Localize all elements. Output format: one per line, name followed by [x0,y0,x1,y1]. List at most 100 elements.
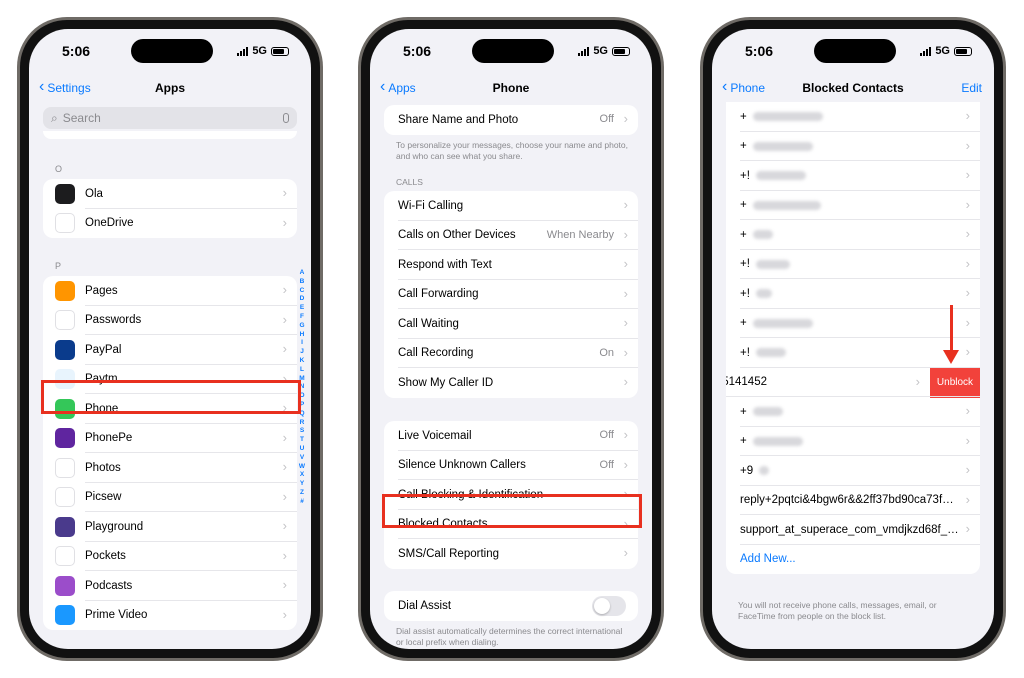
setting-row-call-recording[interactable]: Call Recording On › [384,339,638,368]
app-row-pages[interactable]: Pages › [43,276,297,306]
index-letter[interactable]: Y [300,480,304,489]
index-letter[interactable]: B [300,278,305,287]
blocked-contact-row[interactable]: +! › [726,161,980,191]
setting-row-call-forwarding[interactable]: Call Forwarding › [384,280,638,309]
blocked-contact-row[interactable]: + › [726,397,980,427]
contact-prefix: + [740,317,747,330]
blocked-contact-row[interactable]: + › [726,191,980,220]
unblock-button[interactable]: Unblock [930,367,980,398]
index-letter[interactable]: F [300,313,304,322]
app-label: Pages [85,284,118,297]
blocked-contact-row[interactable]: + › [726,132,980,161]
index-letter[interactable]: H [300,331,305,340]
setting-row-silence-unknown-callers[interactable]: Silence Unknown Callers Off › [384,451,638,480]
blocked-contact-row[interactable]: + › [726,220,980,250]
onedrive-icon [55,213,75,234]
share-name-photo-row[interactable]: Share Name and Photo Off › [384,105,638,135]
row-value: When Nearby [546,228,614,241]
blocked-contact-row[interactable]: 3-5141452 › Unblock [726,367,980,398]
row-label: Call Forwarding [398,288,479,301]
row-value: Off [599,113,614,125]
calls-group: Wi-Fi Calling › Calls on Other Devices When… [384,191,638,398]
index-letter[interactable]: U [300,445,305,454]
phone-bezel: 5:06 5G ‹ Apps Phone Share Name and Phot… [361,20,661,658]
status-time: 5:06 [745,43,774,59]
dial-assist-toggle[interactable] [592,596,626,616]
setting-row-call-waiting[interactable]: Call Waiting › [384,309,638,339]
redacted-number [752,436,803,446]
index-letter[interactable]: X [300,471,304,480]
setting-row-show-my-caller-id[interactable]: Show My Caller ID › [384,368,638,398]
index-letter[interactable]: S [300,427,304,436]
microphone-icon[interactable] [283,113,289,123]
app-row-playground[interactable]: Playground › [43,512,297,542]
app-row-passwords[interactable]: Passwords › [43,306,297,335]
index-letter[interactable]: V [300,454,304,463]
highlight-phone-row [41,380,301,414]
red-arrow-head [943,350,959,364]
chevron-right-icon: › [965,462,970,477]
app-row-picsew[interactable]: Picsew › [43,483,297,512]
blocked-contact-row[interactable]: reply+2pqtci&4bgw6r&&2ff37bd90ca73f… › [726,486,980,515]
setting-row-wi-fi-calling[interactable]: Wi-Fi Calling › [384,191,638,221]
chevron-right-icon: › [282,577,287,592]
app-row-paypal[interactable]: PayPal › [43,335,297,365]
app-row-podcasts[interactable]: Podcasts › [43,571,297,601]
index-letter[interactable]: C [300,287,305,296]
list-group-o: Ola › OneDrive › [43,179,297,238]
blocked-contact-row[interactable]: support_at_superace_com_vmdjkzd68f_… › [726,515,980,545]
contact-prefix: +! [740,287,750,300]
setting-row-live-voicemail[interactable]: Live Voicemail Off › [384,421,638,451]
dynamic-island [814,39,896,63]
blocked-contact-row[interactable]: +! › [726,338,980,368]
chevron-right-icon: › [623,285,628,301]
ola-icon [55,183,75,204]
pages-icon [55,280,75,301]
setting-row-calls-on-other-devices[interactable]: Calls on Other Devices When Nearby › [384,221,638,250]
index-letter[interactable]: J [300,348,304,357]
index-letter[interactable]: T [300,436,304,445]
setting-row-respond-with-text[interactable]: Respond with Text › [384,250,638,280]
highlight-blocked-contacts-row [382,494,642,528]
index-letter[interactable]: Z [300,489,304,498]
index-letter[interactable]: R [300,419,305,428]
search-input[interactable]: ⌕ Search [43,107,297,129]
index-letter[interactable]: W [299,463,305,472]
app-row-photos[interactable]: Photos › [43,453,297,483]
edit-button[interactable]: Edit [961,81,982,95]
index-letter[interactable]: D [300,295,305,304]
status-bar: 5:06 5G [29,29,311,75]
status-bar: 5:06 5G [370,29,652,75]
index-letter[interactable]: # [300,498,304,507]
setting-row-sms-call-reporting[interactable]: SMS/Call Reporting › [384,539,638,569]
app-row-ola[interactable]: Ola › [43,179,297,209]
index-letter[interactable]: I [301,339,303,348]
add-new-button[interactable]: Add New... [726,545,980,575]
podcasts-icon [55,575,75,596]
index-letter[interactable]: L [300,366,304,375]
app-label: OneDrive [85,217,134,230]
index-letter[interactable]: G [299,322,304,331]
app-row-phonepe[interactable]: PhonePe › [43,424,297,453]
blocked-contact-row[interactable]: + › [726,427,980,456]
index-letter[interactable]: K [300,357,305,366]
status-time: 5:06 [62,43,91,59]
index-letter[interactable]: A [300,269,305,278]
app-row-prime-video[interactable]: Prime Video › [43,601,297,631]
index-letter[interactable]: E [300,304,304,313]
app-label: Pockets [85,550,126,563]
block-list-footnote: You will not receive phone calls, messag… [738,600,937,621]
nav-bar: ‹ Phone Blocked Contacts Edit [712,79,994,101]
blocked-contact-row[interactable]: + › [726,102,980,132]
blocked-contact-row[interactable]: +! › [726,250,980,279]
contact-prefix: + [740,199,747,212]
blocked-contact-row[interactable]: +9 › [726,456,980,486]
chevron-right-icon: › [965,403,970,418]
network-label: 5G [252,45,267,57]
blocked-contact-row[interactable]: + › [726,309,980,338]
status-indicators: 5G [920,45,972,57]
app-row-onedrive[interactable]: OneDrive › [43,209,297,239]
app-row-pockets[interactable]: Pockets › [43,542,297,571]
dynamic-island [472,39,554,63]
blocked-contact-row[interactable]: +! › [726,279,980,309]
